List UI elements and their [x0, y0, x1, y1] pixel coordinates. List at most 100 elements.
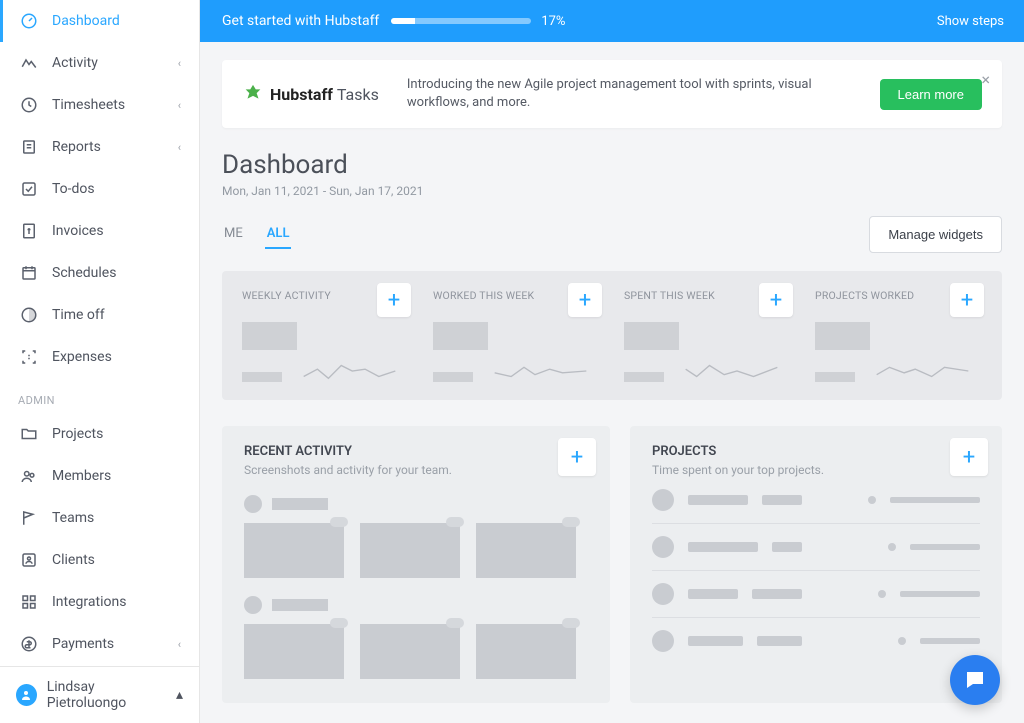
sidebar-item-label: Integrations	[52, 594, 126, 610]
learn-more-button[interactable]: Learn more	[880, 79, 982, 110]
project-row	[652, 571, 980, 618]
scan-icon	[18, 346, 40, 368]
sidebar-item-projects[interactable]: Projects	[0, 413, 199, 455]
chevron-left-icon: ‹	[178, 99, 181, 112]
hubstaff-tasks-icon	[242, 83, 264, 105]
speedometer-icon	[18, 10, 40, 32]
add-widget-button[interactable]: +	[377, 283, 411, 317]
sidebar-item-label: Dashboard	[52, 13, 120, 29]
stat-spent-this-week: SPENT THIS WEEK +	[616, 283, 799, 388]
projects-card: + PROJECTS Time spent on your top projec…	[630, 426, 1002, 703]
sidebar-item-teams[interactable]: Teams	[0, 497, 199, 539]
page-title: Dashboard	[222, 150, 1002, 180]
add-widget-button[interactable]: +	[568, 283, 602, 317]
add-widget-button[interactable]: +	[950, 283, 984, 317]
skeleton-row	[244, 596, 588, 614]
people-icon	[18, 465, 40, 487]
screenshot-thumb	[476, 624, 576, 679]
sparkline-icon	[672, 360, 791, 382]
sidebar-item-members[interactable]: Members	[0, 455, 199, 497]
sidebar-item-integrations[interactable]: Integrations	[0, 581, 199, 623]
add-widget-button[interactable]: +	[950, 438, 988, 476]
sidebar-item-label: Reports	[52, 139, 101, 155]
promo-text: Introducing the new Agile project manage…	[407, 76, 827, 112]
sidebar-item-timesheets[interactable]: Timesheets ‹	[0, 84, 199, 126]
folder-icon	[18, 423, 40, 445]
activity-icon	[18, 52, 40, 74]
invoice-icon	[18, 220, 40, 242]
add-widget-button[interactable]: +	[759, 283, 793, 317]
dashboard-tabs: ME ALL	[222, 220, 291, 249]
flag-icon	[18, 507, 40, 529]
chevron-left-icon: ‹	[178, 638, 181, 651]
card-title: PROJECTS	[652, 444, 980, 459]
timer-icon	[18, 304, 40, 326]
sidebar-item-label: Projects	[52, 426, 103, 442]
user-menu[interactable]: Lindsay Pietroluongo ▴	[0, 666, 199, 723]
sidebar-item-label: Payments	[52, 636, 114, 652]
sidebar-item-dashboard[interactable]: Dashboard	[0, 0, 199, 42]
onboarding-percent: 17%	[541, 14, 565, 29]
add-widget-button[interactable]: +	[558, 438, 596, 476]
date-range: Mon, Jan 11, 2021 - Sun, Jan 17, 2021	[222, 184, 1002, 198]
chevron-left-icon: ‹	[178, 141, 181, 154]
tab-me[interactable]: ME	[222, 220, 245, 249]
sidebar-item-label: Clients	[52, 552, 95, 568]
sidebar-item-reports[interactable]: Reports ‹	[0, 126, 199, 168]
sidebar-item-label: Members	[52, 468, 111, 484]
sidebar-item-clients[interactable]: Clients	[0, 539, 199, 581]
project-row	[652, 477, 980, 524]
skeleton-row	[244, 495, 588, 513]
tab-all[interactable]: ALL	[265, 220, 292, 249]
sidebar-item-label: Time off	[52, 307, 105, 323]
sidebar-item-payments[interactable]: Payments ‹	[0, 623, 199, 665]
dollar-icon	[18, 633, 40, 655]
sidebar-item-todos[interactable]: To-dos	[0, 168, 199, 210]
close-icon[interactable]: ×	[981, 70, 990, 89]
chevron-left-icon: ‹	[178, 57, 181, 70]
project-row	[652, 618, 980, 664]
show-steps-link[interactable]: Show steps	[937, 14, 1004, 29]
avatar	[16, 684, 37, 706]
report-icon	[18, 136, 40, 158]
sidebar-item-label: Teams	[52, 510, 94, 526]
clock-icon	[18, 94, 40, 116]
screenshot-thumb	[476, 523, 576, 578]
sidebar-item-settings[interactable]: Settings ‹	[0, 665, 199, 666]
onboarding-title: Get started with Hubstaff	[222, 13, 379, 29]
sparkline-icon	[863, 360, 982, 382]
sidebar-item-label: Timesheets	[52, 97, 125, 113]
recent-activity-card: + RECENT ACTIVITY Screenshots and activi…	[222, 426, 610, 703]
screenshot-thumb	[244, 624, 344, 679]
client-icon	[18, 549, 40, 571]
project-row	[652, 524, 980, 571]
stat-worked-this-week: WORKED THIS WEEK +	[425, 283, 608, 388]
sparkline-icon	[290, 360, 409, 382]
sidebar-item-timeoff[interactable]: Time off	[0, 294, 199, 336]
screenshot-thumb	[244, 523, 344, 578]
caret-up-icon: ▴	[176, 687, 183, 703]
chat-button[interactable]	[950, 655, 1000, 705]
onboarding-progress: 17%	[391, 14, 565, 29]
sidebar: Dashboard Activity ‹ Timesheets ‹ Report…	[0, 0, 200, 723]
stat-strip: WEEKLY ACTIVITY + WORKED THIS WEEK + SPE…	[222, 271, 1002, 400]
sidebar-item-schedules[interactable]: Schedules	[0, 252, 199, 294]
sidebar-item-expenses[interactable]: Expenses	[0, 336, 199, 378]
chat-icon	[963, 668, 987, 692]
card-title: RECENT ACTIVITY	[244, 444, 588, 459]
promo-logo: Hubstaff Tasks	[242, 83, 379, 105]
screenshot-thumb	[360, 523, 460, 578]
onboarding-bar: Get started with Hubstaff 17% Show steps	[200, 0, 1024, 42]
apps-icon	[18, 591, 40, 613]
sidebar-section-admin: ADMIN	[0, 378, 199, 413]
manage-widgets-button[interactable]: Manage widgets	[869, 216, 1002, 253]
sidebar-item-invoices[interactable]: Invoices	[0, 210, 199, 252]
sidebar-item-label: Invoices	[52, 223, 104, 239]
calendar-icon	[18, 262, 40, 284]
stat-projects-worked: PROJECTS WORKED +	[807, 283, 990, 388]
user-name: Lindsay Pietroluongo	[47, 679, 170, 711]
promo-banner: × Hubstaff Tasks Introducing the new Agi…	[222, 60, 1002, 128]
stat-weekly-activity: WEEKLY ACTIVITY +	[234, 283, 417, 388]
sidebar-item-activity[interactable]: Activity ‹	[0, 42, 199, 84]
main: Get started with Hubstaff 17% Show steps…	[200, 0, 1024, 723]
